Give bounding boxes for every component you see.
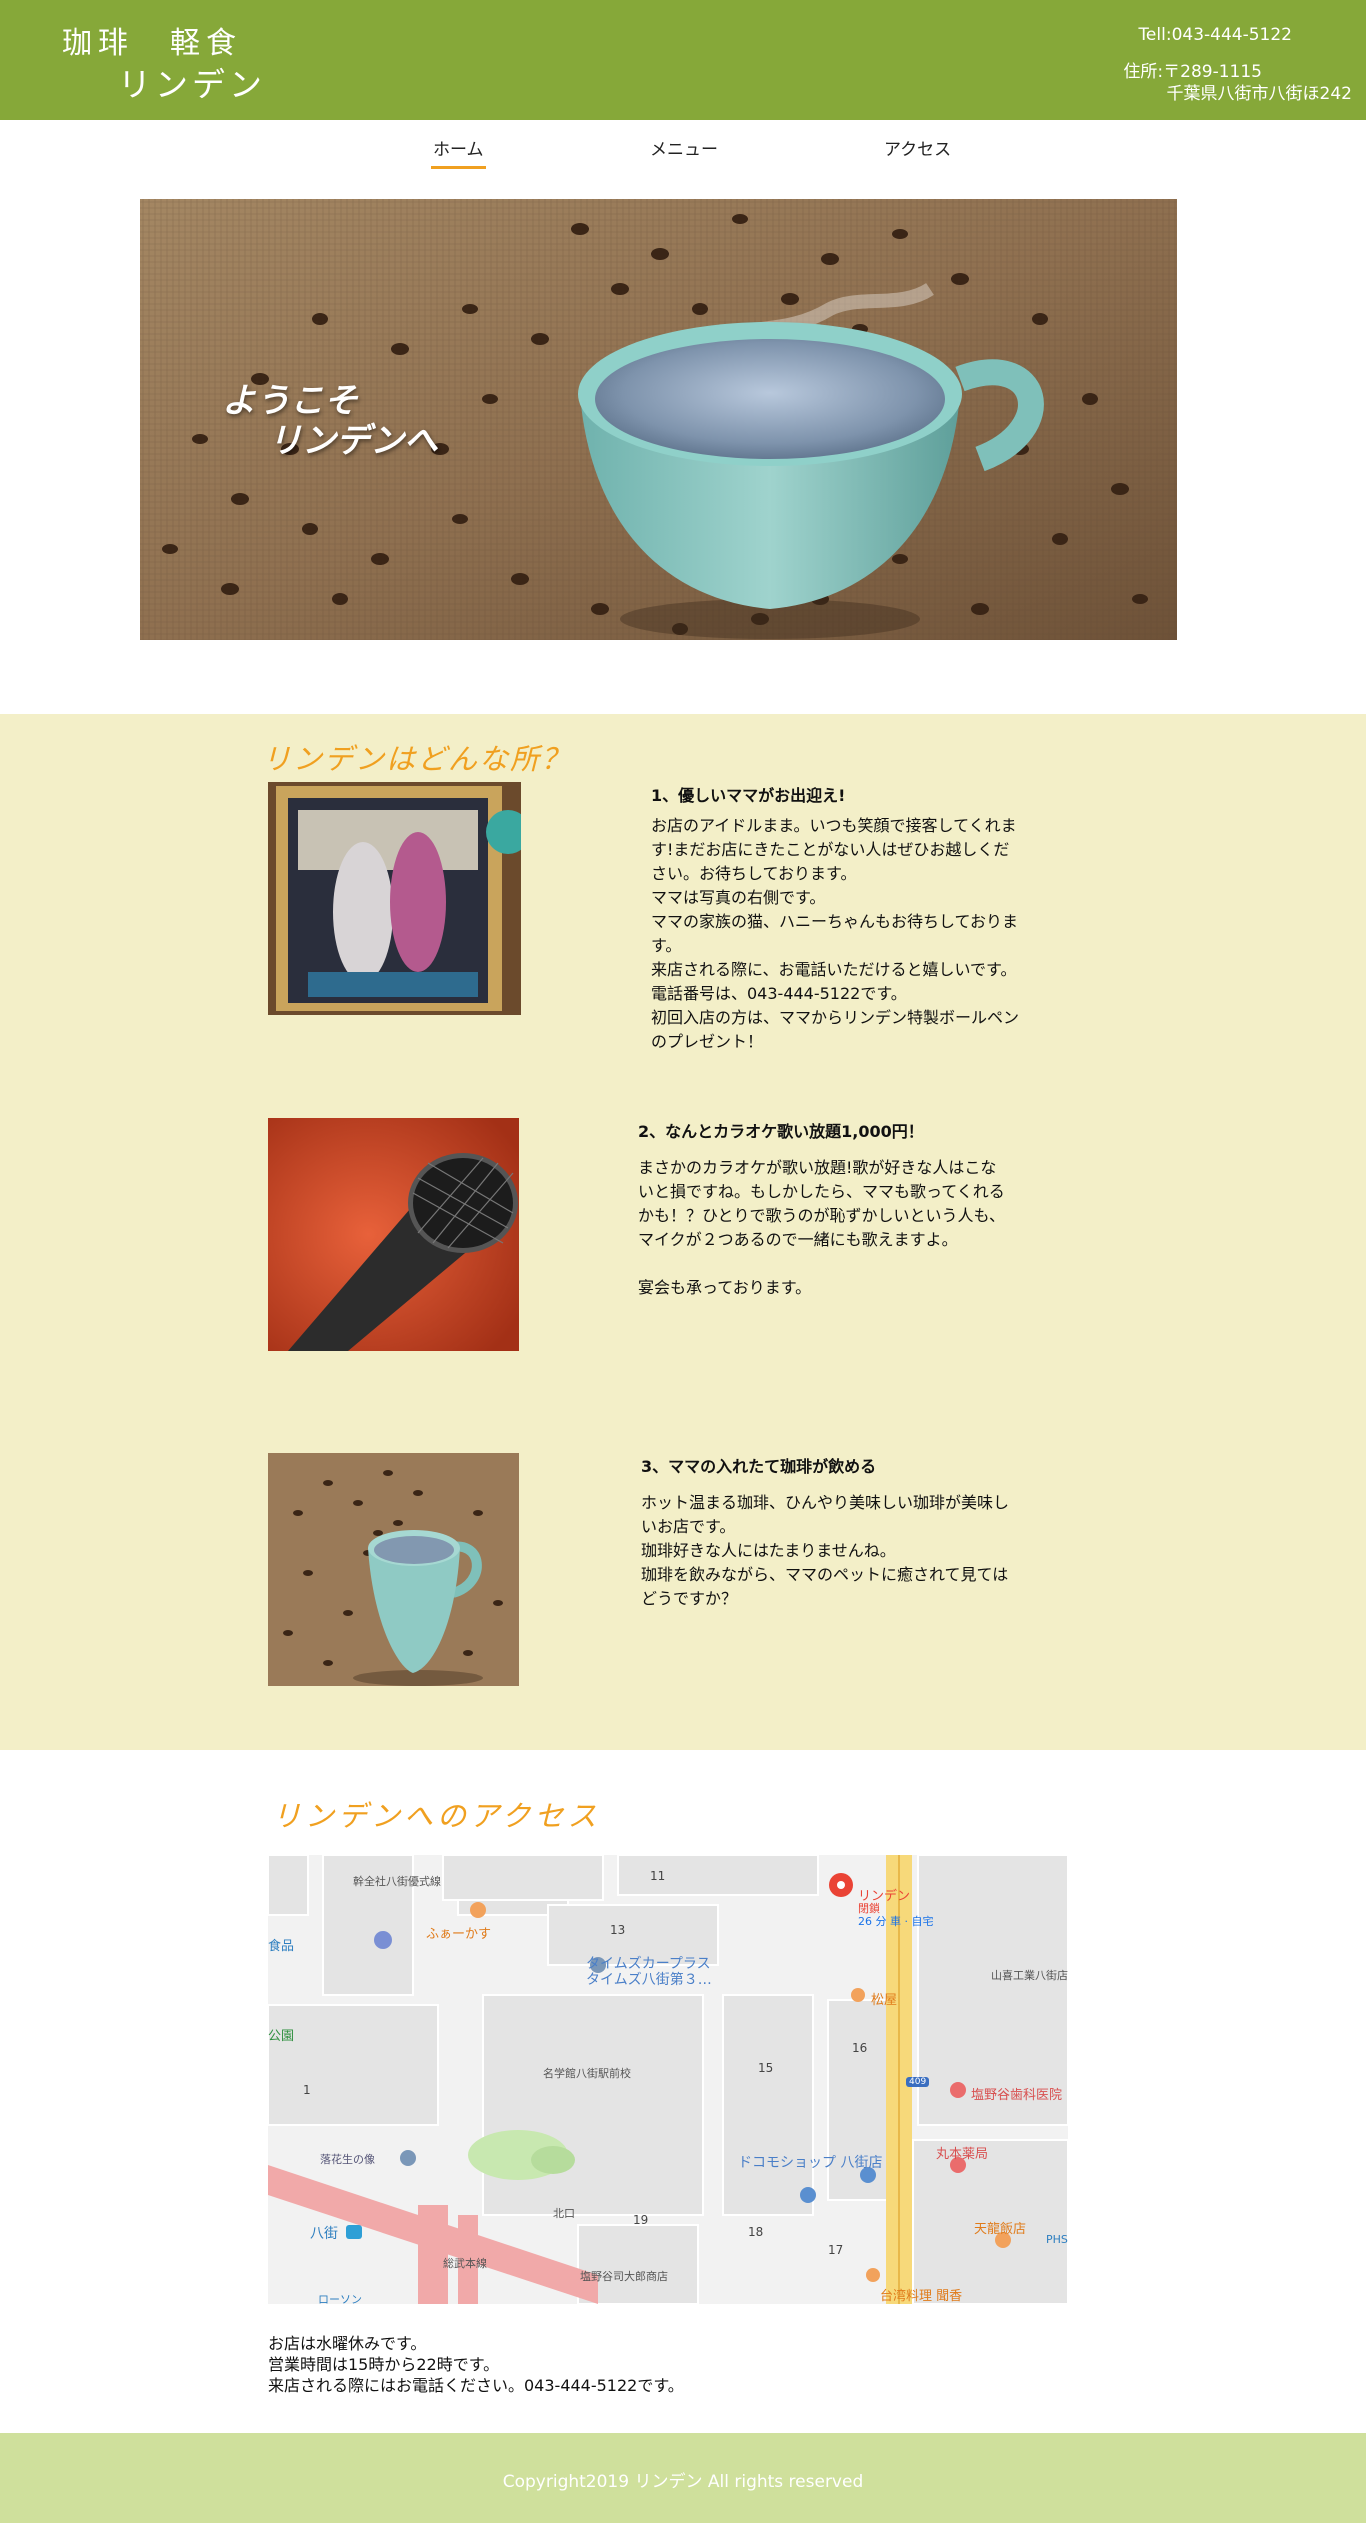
closed-day-text: お店は水曜休みです。 [268,2334,427,2353]
map-label-n16: 16 [852,2041,868,2055]
feature-3-heading: 3、ママの入れたて珈琲が飲める [641,1457,877,1476]
map-label-route: 409 [906,2077,930,2087]
feature-1-text: お店のアイドルまま。いつも笑顔で接客してくれま す!まだお店にきたことがない人は… [651,814,1019,1054]
logo-line1[interactable]: 珈琲 軽食 [62,18,242,62]
feature-3-text: ホット温まる珈琲、ひんやり美味しい珈琲が美味し いお店です。 珈琲好きな人にはた… [641,1491,1009,1611]
shop-info: お店は水曜休みです。 営業時間は15時から22時です。 来店される際にはお電話く… [268,2333,684,2396]
map-label-kitaguchi: 北口 [553,2207,575,2220]
hours-text: 営業時間は15時から22時です。 [268,2355,500,2374]
feature-1-image [268,782,521,1015]
map-label-sobu: 総武本線 [443,2257,487,2270]
map-label-docomo: ドコモショップ 八街店 [738,2155,883,2171]
hero-title-line2: リンデンへ [268,421,438,461]
feature-1-body: お店のアイドルまま。いつも笑顔で接客してくれま す!まだお店にきたことがない人は… [651,816,1020,1051]
map-label-taiwan: 台湾料理 聞香 [880,2289,963,2304]
feature-1-heading: 1、優しいママがお出迎え! [651,786,846,805]
tel-text: Tell:043-444-5122 [1138,25,1292,45]
about-title: リンデンはどんな所？ [262,742,573,776]
hero-title-line1: ようこそ [222,381,358,421]
call-text: 来店される際にはお電話ください。043-444-5122です。 [268,2376,684,2395]
feature-2-image [268,1118,519,1351]
map-label-marumoto: 丸本薬局 [936,2147,989,2162]
copyright-text: Copyright2019 リンデン All rights reserved [502,2472,864,2492]
map-label-minutes: 26 分 車 · 自宅 [858,1915,934,1928]
access-map[interactable]: 幹全社八街優式線 ふぁーかす タイムズカープラス タイムズ八街第３… リンデン … [268,1855,1068,2304]
map-label-shionoya: 塩野谷歯科医院 [971,2088,1063,2103]
feature-3-image [268,1453,519,1686]
map-image [268,1855,1068,2304]
map-label-n13: 13 [610,1923,626,1937]
map-label-phs: PHS [1046,2233,1068,2246]
map-label-fugu: ふぁーかす [426,1927,492,1942]
nav-access[interactable]: アクセス [884,135,951,160]
nav-menu[interactable]: メニュー [650,135,718,160]
map-label-rakuka: 落花生の像 [320,2153,375,2166]
feature-3-body: ホット温まる珈琲、ひんやり美味しい珈琲が美味し いお店です。 珈琲好きな人にはた… [641,1493,1010,1608]
address-line2: 千葉県八街市八街ほ242 [1166,84,1352,104]
access-title: リンデンへのアクセス [272,1799,601,1833]
map-label-n11: 11 [650,1869,666,1883]
map-label-matsuya: 松屋 [871,1993,898,2008]
map-label-n1: 1 [303,2083,311,2097]
map-label-n15: 15 [758,2061,774,2075]
map-label-school: 名学館八街駅前校 [543,2067,631,2080]
hero-banner: ようこそ リンデンへ [140,199,1177,640]
feature-2-heading: 2、なんとカラオケ歌い放題1,000円！ [638,1122,924,1141]
map-label-n19: 19 [633,2213,649,2227]
map-label-sanyo: 山喜工業八街店 [991,1969,1068,1982]
site-footer: Copyright2019 リンデン All rights reserved [0,2433,1366,2523]
map-label-shokuhin: 食品 [268,1939,295,1954]
feature-2-text: まさかのカラオケが歌い放題!歌が好きな人はこな いと損ですね。もしかしたら、ママ… [638,1156,1005,1300]
hero-title: ようこそ リンデンへ [222,381,438,461]
main-nav: ホーム メニュー アクセス [0,120,1366,180]
site-header: 珈琲 軽食 リンデン Tell:043-444-5122 住所:〒289-111… [0,0,1366,120]
map-label-eki: 塩野谷司大郎商店 [580,2270,668,2283]
feature-2-body: まさかのカラオケが歌い放題!歌が好きな人はこな いと損ですね。もしかしたら、ママ… [638,1158,1006,1297]
map-label-top: 幹全社八街優式線 [353,1875,441,1888]
map-label-lawson: ローソン [318,2293,362,2304]
map-label-times2: タイムズ八街第３… [586,1972,712,1988]
logo-line2[interactable]: リンデン [118,58,266,106]
map-label-yachimata: 八街 [310,2226,338,2242]
map-label-n17: 17 [828,2243,844,2257]
nav-home[interactable]: ホーム [431,135,485,169]
map-label-tenryu: 天龍飯店 [974,2222,1027,2237]
about-section: リンデンはどんな所？ 1、優しいママがお出迎え! お店のアイドルまま。いつも笑顔… [0,714,1366,1750]
map-label-park: 公園 [268,2029,295,2044]
map-pin [829,1873,853,1897]
map-label-n18: 18 [748,2225,764,2239]
